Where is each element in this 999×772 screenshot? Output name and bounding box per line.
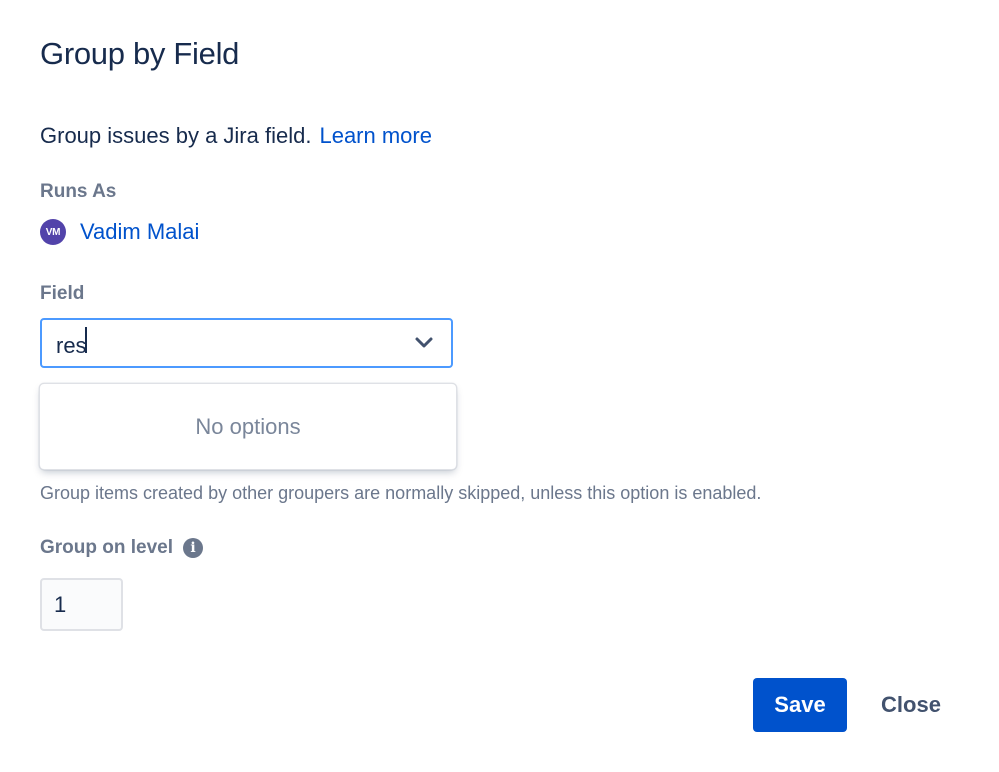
dialog-description: Group issues by a Jira field. Learn more <box>40 123 432 149</box>
group-level-input[interactable] <box>40 578 123 631</box>
runs-as-user: VM Vadim Malai <box>40 219 199 245</box>
runs-as-label: Runs As <box>40 181 117 202</box>
group-on-level-label: Group on level i <box>40 537 204 559</box>
text-cursor <box>84 327 87 353</box>
field-search-value: res <box>56 333 87 358</box>
user-name-link[interactable]: Vadim Malai <box>80 219 199 245</box>
dialog-title: Group by Field <box>40 36 240 71</box>
description-text: Group issues by a Jira field. <box>40 123 312 148</box>
field-label: Field <box>40 283 85 304</box>
save-button[interactable]: Save <box>753 678 847 732</box>
close-button[interactable]: Close <box>862 678 960 732</box>
field-dropdown-menu: No options <box>39 383 457 470</box>
helper-text: Group items created by other groupers ar… <box>40 483 762 503</box>
group-on-level-text: Group on level <box>40 537 174 558</box>
avatar: VM <box>40 219 66 245</box>
learn-more-link[interactable]: Learn more <box>319 123 432 148</box>
no-options-message: No options <box>195 413 301 439</box>
group-by-field-dialog: Group by Field Group issues by a Jira fi… <box>0 0 999 772</box>
info-icon[interactable]: i <box>183 538 204 558</box>
field-select[interactable]: res <box>40 318 453 368</box>
field-search-input[interactable]: res <box>42 327 396 359</box>
chevron-down-icon[interactable] <box>413 334 435 352</box>
